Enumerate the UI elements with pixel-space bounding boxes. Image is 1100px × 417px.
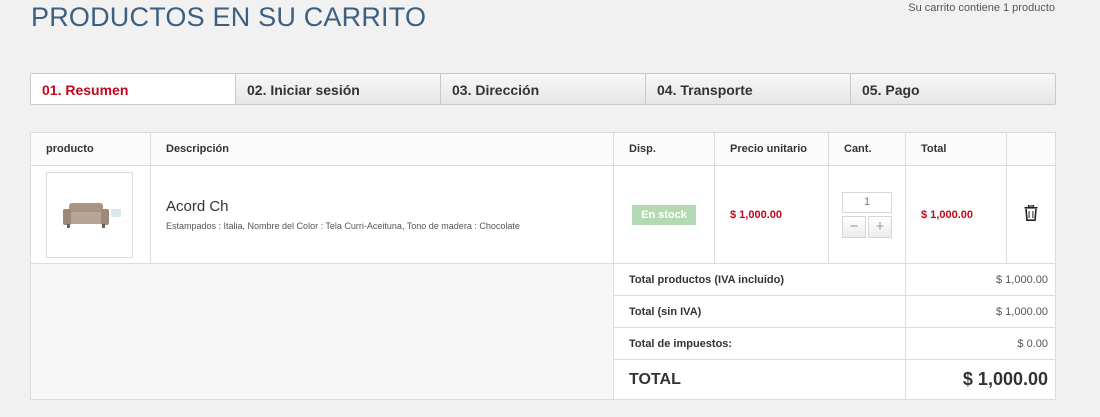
page-title: PRODUCTOS EN SU CARRITO — [31, 2, 427, 32]
product-thumbnail[interactable] — [46, 171, 133, 258]
step-transporte[interactable]: 04. Transporte — [646, 74, 851, 104]
header-delete — [1006, 132, 1056, 166]
header-quantity: Cant. — [828, 132, 906, 166]
header-availability: Disp. — [613, 132, 715, 166]
summary-row-products: Total productos (IVA incluido) $ 1,000.0… — [30, 263, 1056, 400]
step-iniciar-sesion[interactable]: 02. Iniciar sesión — [236, 74, 441, 104]
quantity-decrease-button[interactable]: − — [842, 215, 866, 238]
line-total: $ 1,000.00 — [905, 165, 1007, 264]
stock-badge: En stock — [632, 204, 696, 225]
cart-count-text: Su carrito contiene 1 producto — [908, 2, 1055, 14]
summary-products-label: Total productos (IVA incluido) — [613, 263, 906, 296]
summary-taxes-label: Total de impuestos: — [613, 327, 906, 360]
step-resumen[interactable]: 01. Resumen — [31, 74, 236, 104]
header-unit-price: Precio unitario — [714, 132, 829, 166]
quantity-input[interactable]: 1 — [842, 191, 892, 213]
summary-no-tax-value: $ 1,000.00 — [905, 295, 1056, 328]
trash-icon[interactable] — [1024, 204, 1038, 221]
product-attributes: Estampados : Italia, Nombre del Color : … — [166, 221, 520, 231]
armchair-image — [62, 202, 121, 228]
grand-total-label: TOTAL — [613, 359, 906, 400]
step-pago[interactable]: 05. Pago — [851, 74, 1055, 104]
header-total: Total — [905, 132, 1007, 166]
table-row: Acord Ch Estampados : Italia, Nombre del… — [30, 165, 1056, 264]
product-name[interactable]: Acord Ch — [166, 198, 613, 215]
header-description: Descripción — [150, 132, 614, 166]
unit-price: $ 1,000.00 — [714, 165, 829, 264]
checkout-steps: 01. Resumen 02. Iniciar sesión 03. Direc… — [30, 73, 1056, 105]
header-product: producto — [30, 132, 151, 166]
table-header-row: producto Descripción Disp. Precio unitar… — [30, 132, 1056, 166]
summary-taxes-value: $ 0.00 — [905, 327, 1056, 360]
summary-no-tax-label: Total (sin IVA) — [613, 295, 906, 328]
step-direccion[interactable]: 03. Dirección — [441, 74, 646, 104]
grand-total-value: $ 1,000.00 — [905, 359, 1056, 400]
summary-products-value: $ 1,000.00 — [905, 263, 1056, 296]
cart-table: producto Descripción Disp. Precio unitar… — [30, 132, 1056, 400]
quantity-increase-button[interactable]: + — [868, 215, 892, 238]
